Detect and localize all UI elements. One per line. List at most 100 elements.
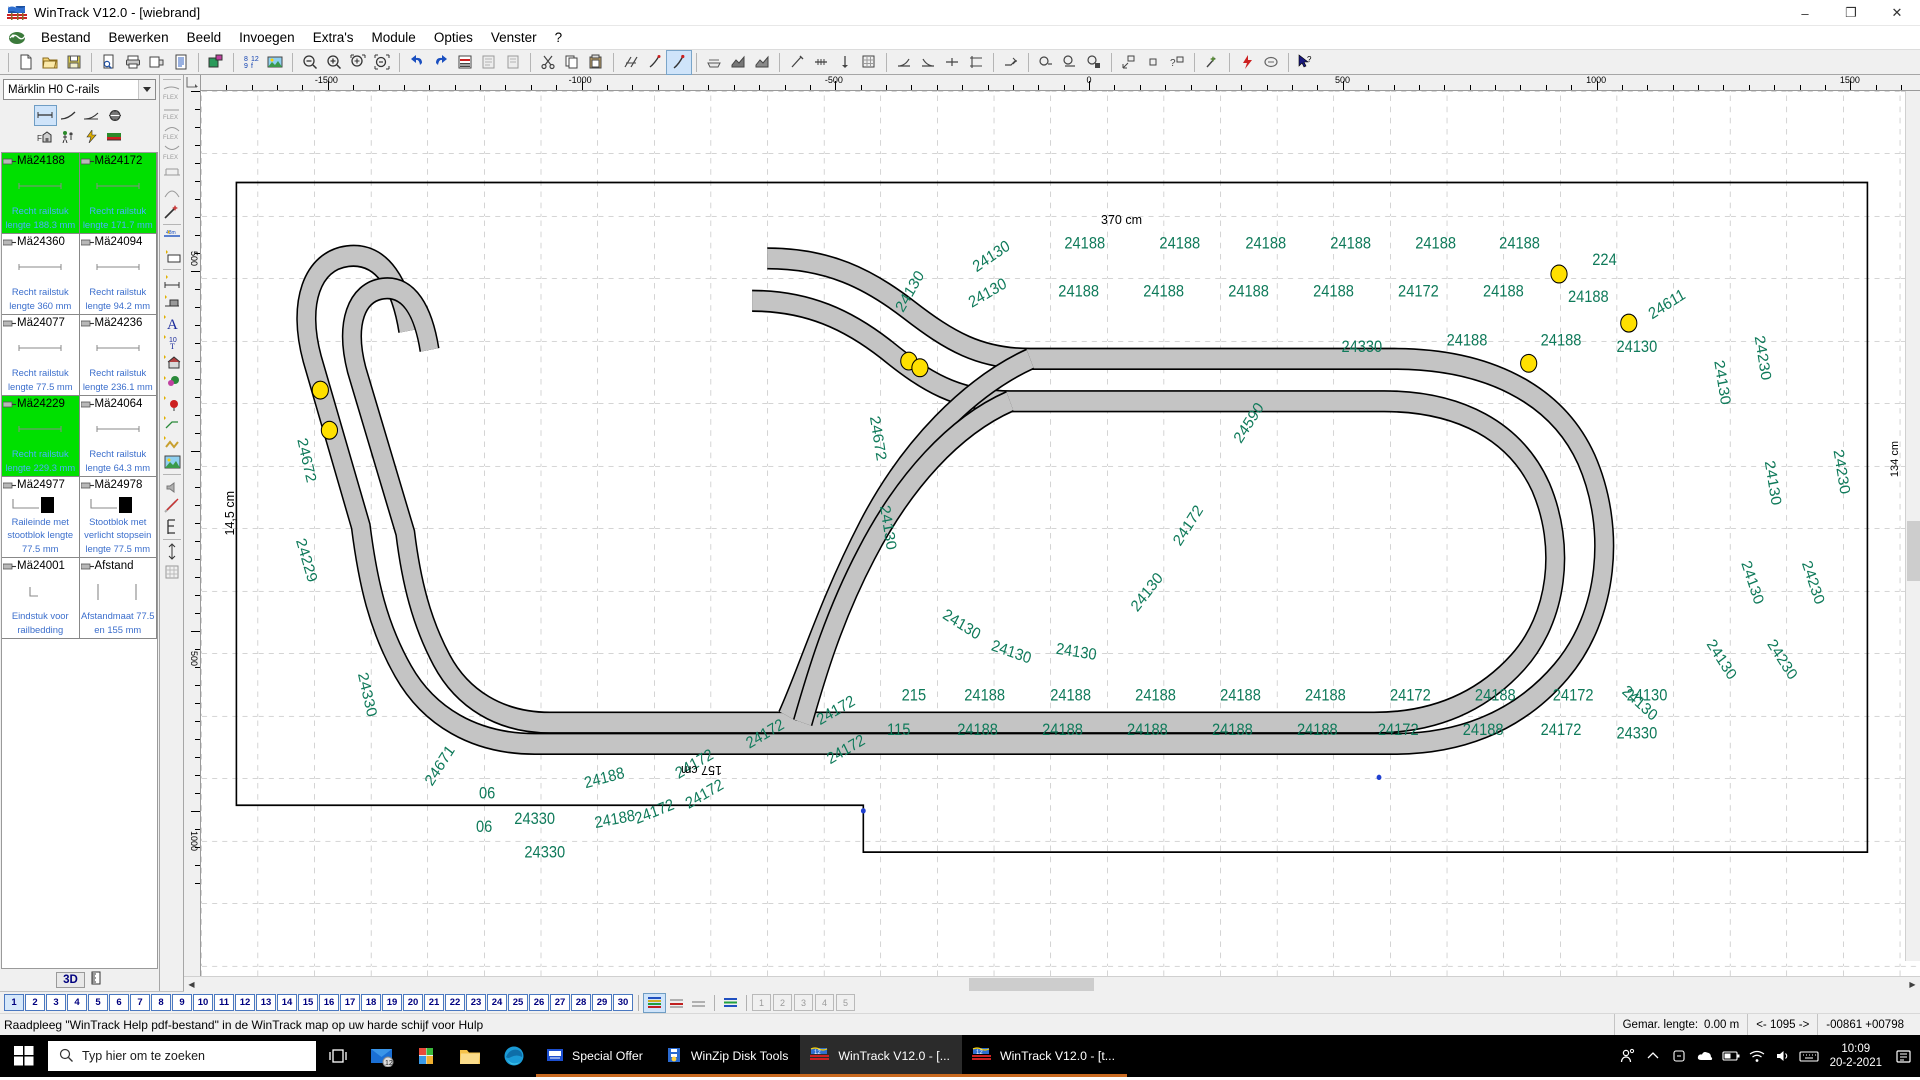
electric-icon[interactable]: [1235, 51, 1259, 74]
horizontal-ruler[interactable]: -1500 -1000 -500 0 500 1000 1500: [184, 75, 1920, 91]
layer-button-25[interactable]: 25: [508, 994, 528, 1011]
ruler-icon[interactable]: [89, 971, 103, 990]
taskbar-app-special-offer[interactable]: Special Offer: [536, 1035, 655, 1077]
layer-button-30[interactable]: 30: [613, 994, 633, 1011]
catalog-item[interactable]: Mä24236 Recht railstuk lengte 236.1 mm: [79, 315, 157, 396]
curve-track-icon[interactable]: [58, 106, 79, 125]
3d-view-button[interactable]: 3D: [56, 972, 85, 988]
track-connection-marker[interactable]: [1550, 264, 1568, 284]
notifications-icon[interactable]: [1890, 1035, 1916, 1077]
flex-track-1-icon[interactable]: FLEX: [161, 82, 183, 102]
paste-layer-icon[interactable]: [501, 51, 525, 74]
layer-button-22[interactable]: 22: [445, 994, 465, 1011]
tree-icon[interactable]: [161, 372, 183, 392]
layer-button-23[interactable]: 23: [466, 994, 486, 1011]
redo-icon[interactable]: [429, 51, 453, 74]
flex-track-icon[interactable]: [702, 51, 726, 74]
figures-icon[interactable]: [58, 127, 79, 146]
people-icon[interactable]: [1614, 1035, 1640, 1077]
layer-button-29[interactable]: 29: [592, 994, 612, 1011]
electric-icon[interactable]: [81, 127, 102, 146]
document-icon[interactable]: [7, 29, 27, 46]
menu-bewerken[interactable]: Bewerken: [100, 28, 178, 47]
minimize-button[interactable]: –: [1782, 0, 1828, 26]
cut-icon[interactable]: [536, 51, 560, 74]
track-connection-marker[interactable]: [1520, 353, 1538, 373]
volume-icon[interactable]: [1770, 1035, 1796, 1077]
save-disk-icon[interactable]: [62, 51, 86, 74]
scroll-right-arrow[interactable]: ▶: [1905, 976, 1920, 992]
layer-button-5[interactable]: 5: [88, 994, 108, 1011]
height-icon[interactable]: [161, 542, 183, 562]
new-file-icon[interactable]: [14, 51, 38, 74]
layer-button-26[interactable]: 26: [529, 994, 549, 1011]
circle-a-icon[interactable]: [1034, 51, 1058, 74]
tunnel-icon[interactable]: [161, 182, 183, 202]
layer-button-4[interactable]: 4: [67, 994, 87, 1011]
layer-button-18[interactable]: 18: [361, 994, 381, 1011]
taskbar-app-wintrack-2[interactable]: 12 WinTrack V12.0 - [t...: [961, 1035, 1127, 1077]
print-preview-icon[interactable]: [97, 51, 121, 74]
page-setup-icon[interactable]: [145, 51, 169, 74]
catalog-item[interactable]: Mä24001 Eindstuk voor railbedding: [2, 558, 80, 639]
single-layer-icon[interactable]: [688, 994, 709, 1012]
catalog-item[interactable]: Mä24188 Recht railstuk lengte 188.3 mm: [2, 153, 80, 234]
battery-icon[interactable]: [1718, 1035, 1744, 1077]
draw-curve-icon[interactable]: [666, 49, 692, 75]
view-button-4[interactable]: 4: [815, 994, 834, 1011]
circle-b-icon[interactable]: [1058, 51, 1082, 74]
layer-button-17[interactable]: 17: [340, 994, 360, 1011]
turnout-icon[interactable]: [81, 106, 102, 125]
horizontal-scrollbar-track[interactable]: [199, 976, 1905, 992]
windows-start-icon[interactable]: [0, 1035, 48, 1077]
search-input[interactable]: Typ hier om te zoeken: [48, 1041, 316, 1071]
label-box-icon[interactable]: [161, 247, 183, 267]
library-icon[interactable]: [453, 51, 477, 74]
menu-module[interactable]: Module: [363, 28, 425, 47]
close-button[interactable]: ✕: [1874, 0, 1920, 26]
magic-icon[interactable]: [1200, 51, 1224, 74]
taskbar-app-wintrack-1[interactable]: 12 WinTrack V12.0 - [...: [800, 1035, 962, 1077]
paste-icon[interactable]: [584, 51, 608, 74]
layers-icon[interactable]: [161, 497, 183, 517]
vertical-ruler[interactable]: 500 500 1000: [184, 91, 201, 976]
horizontal-scrollbar[interactable]: ◀ ▶: [184, 976, 1920, 992]
turnout-a-icon[interactable]: [892, 51, 916, 74]
layer-button-27[interactable]: 27: [550, 994, 570, 1011]
dimensions-icon[interactable]: 8 12 9 f: [239, 51, 263, 74]
wifi-icon[interactable]: [1744, 1035, 1770, 1077]
layer-button-13[interactable]: 13: [256, 994, 276, 1011]
menu-bestand[interactable]: Bestand: [32, 28, 100, 47]
wand-icon[interactable]: [161, 202, 183, 222]
horizontal-ruler-track[interactable]: -1500 -1000 -500 0 500 1000 1500: [201, 75, 1920, 90]
circle-c-icon[interactable]: [1082, 51, 1106, 74]
picture-icon[interactable]: [263, 51, 287, 74]
pin-icon[interactable]: [833, 51, 857, 74]
catalog-item[interactable]: Mä24094 Recht railstuk lengte 94.2 mm: [79, 234, 157, 315]
mail-icon[interactable]: 12: [360, 1035, 404, 1077]
arrow-help-icon[interactable]: ?: [1294, 51, 1318, 74]
layer-button-15[interactable]: 15: [298, 994, 318, 1011]
menu-venster[interactable]: Venster: [482, 28, 546, 47]
track-plan-drawing[interactable]: 24130 24188 24188 24188 24188 24188 24188 224 24…: [201, 91, 1920, 976]
flex-track-3-icon[interactable]: FLEX: [161, 122, 183, 142]
edge-icon[interactable]: [492, 1035, 536, 1077]
scroll-left-arrow[interactable]: ◀: [184, 976, 199, 992]
track-connection-marker[interactable]: [320, 420, 339, 440]
menu-opties[interactable]: Opties: [425, 28, 482, 47]
station-icon[interactable]: [161, 292, 183, 312]
vertical-scrollbar-thumb[interactable]: [1907, 521, 1920, 581]
view-button-3[interactable]: 3: [794, 994, 813, 1011]
chevron-up-icon[interactable]: [1640, 1035, 1666, 1077]
turntable-icon[interactable]: [104, 106, 125, 125]
dimension-icon[interactable]: [161, 272, 183, 292]
menu-extras[interactable]: Extra's: [304, 28, 363, 47]
align-icon[interactable]: [1117, 51, 1141, 74]
image-icon[interactable]: [161, 452, 183, 472]
grid-icon[interactable]: [161, 562, 183, 582]
catalog-item[interactable]: Mä24978 Stootblok met verlicht stopsein len…: [79, 477, 157, 558]
flex-track-2-icon[interactable]: FLEX: [161, 102, 183, 122]
layer-button-7[interactable]: 7: [130, 994, 150, 1011]
layer-button-2[interactable]: 2: [25, 994, 45, 1011]
joint-icon[interactable]: [809, 51, 833, 74]
